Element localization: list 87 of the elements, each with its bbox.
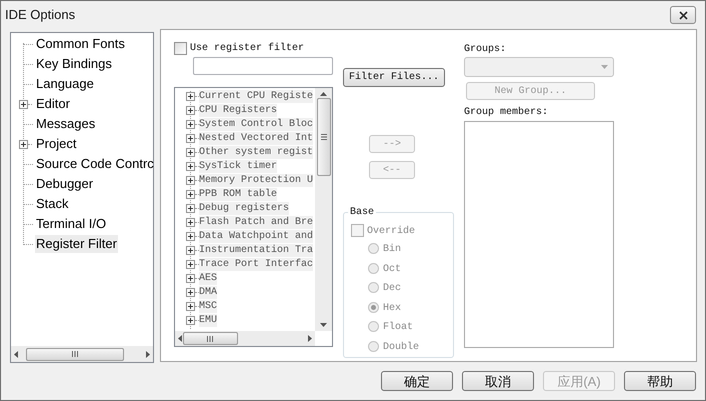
register-group-item[interactable]: Memory Protection U [199,174,314,186]
checkbox-label: Override [367,224,416,238]
register-group-item[interactable]: MSC [199,300,218,312]
horizontal-scrollbar[interactable] [11,346,153,362]
radio-label: Float [383,320,414,336]
scroll-left-icon[interactable] [14,350,18,358]
dropdown-arrow-icon [601,65,608,69]
checkbox-label: Use register filter [190,42,304,54]
grip-icon [207,336,213,342]
register-group-item[interactable]: EMU [199,314,218,326]
tree-item[interactable]: Terminal I/O [35,215,108,233]
tree-item[interactable]: Key Bindings [35,55,113,73]
register-group-item[interactable]: Current CPU Registe [199,90,314,102]
tree-item[interactable]: Editor [35,95,71,113]
tree-item[interactable]: Debugger [35,175,94,193]
radio-button[interactable] [368,262,379,274]
expand-icon[interactable] [186,134,195,142]
register-group-item[interactable]: SysTick timer [199,160,278,172]
scroll-thumb[interactable] [26,348,124,360]
close-button[interactable] [670,6,696,24]
radio-label: Oct [383,262,402,277]
register-group-item[interactable]: Other system regist [199,146,314,158]
scroll-right-icon[interactable] [146,350,150,358]
radio-button[interactable] [368,302,379,313]
scroll-thumb[interactable] [316,98,330,176]
register-group-item[interactable]: System Control Bloc [199,118,314,130]
expand-icon[interactable] [186,92,195,100]
register-group-item[interactable]: Nested Vectored Int [199,132,314,144]
tree-item[interactable]: Common Fonts [35,35,126,53]
register-group-item[interactable]: AES [199,272,218,284]
expand-icon[interactable] [19,100,28,108]
register-group-item[interactable]: Data Watchpoint and [199,230,314,242]
dialog-button[interactable]: 确定 [381,371,453,391]
tree-item[interactable]: Register Filter [35,235,118,253]
expand-icon[interactable] [186,232,195,240]
tree-item[interactable]: Stack [35,195,70,213]
scroll-thumb[interactable] [182,332,238,345]
radio-button[interactable] [368,340,379,352]
expand-icon[interactable] [186,106,195,114]
radio-button[interactable] [368,321,379,332]
dialog-button[interactable]: 取消 [462,371,534,391]
register-group-item[interactable]: Debug registers [199,202,290,214]
tree-item[interactable]: Messages [35,115,96,133]
radio-label: Bin [383,242,402,258]
scroll-down-icon[interactable] [320,323,327,327]
radio-button[interactable] [368,282,379,294]
radio-label: Double [383,340,420,355]
filter-input-field[interactable] [193,57,333,75]
expand-icon[interactable] [186,120,195,128]
grip-icon [72,351,78,357]
vertical-scrollbar[interactable] [315,88,332,331]
dialog-button[interactable]: 帮助 [624,371,696,391]
window-title: IDE Options [5,6,76,24]
register-group-item[interactable]: PPB ROM table [199,188,278,200]
radio-label: Hex [383,302,402,316]
scroll-right-icon[interactable] [308,335,312,342]
close-icon [678,10,688,20]
tree-item[interactable]: Source Code Contrc [35,155,155,173]
groups-label: Groups: [464,43,508,55]
expand-icon[interactable] [186,162,195,170]
expand-icon[interactable] [186,204,195,212]
tree-item[interactable]: Language [35,75,95,93]
expand-icon[interactable] [186,316,195,324]
expand-icon[interactable] [186,288,195,296]
checkbox[interactable] [351,224,364,236]
checkbox[interactable] [174,42,187,54]
register-group-item[interactable]: Trace Port Interfac [199,258,314,270]
tree-item[interactable]: Project [35,135,78,153]
grip-icon [320,134,326,140]
register-group-item[interactable]: Instrumentation Tra [199,244,314,256]
expand-icon[interactable] [186,218,195,226]
group-members-label: Group members: [464,106,550,118]
radio-label: Dec [383,282,402,296]
register-group-item[interactable]: CPU Registers [199,104,278,116]
radio-button[interactable] [368,243,379,254]
expand-icon[interactable] [19,140,28,148]
horizontal-scrollbar[interactable] [175,331,315,346]
filter-files-button[interactable]: Filter Files... [343,68,445,87]
expand-icon[interactable] [186,176,195,184]
expand-icon[interactable] [186,246,195,254]
expand-icon[interactable] [186,260,195,268]
expand-icon[interactable] [186,190,195,198]
register-group-item[interactable]: Flash Patch and Bre [199,216,314,228]
expand-icon[interactable] [186,148,195,156]
register-group-item[interactable]: DMA [199,286,218,298]
expand-icon[interactable] [186,274,195,282]
expand-icon[interactable] [186,302,195,310]
